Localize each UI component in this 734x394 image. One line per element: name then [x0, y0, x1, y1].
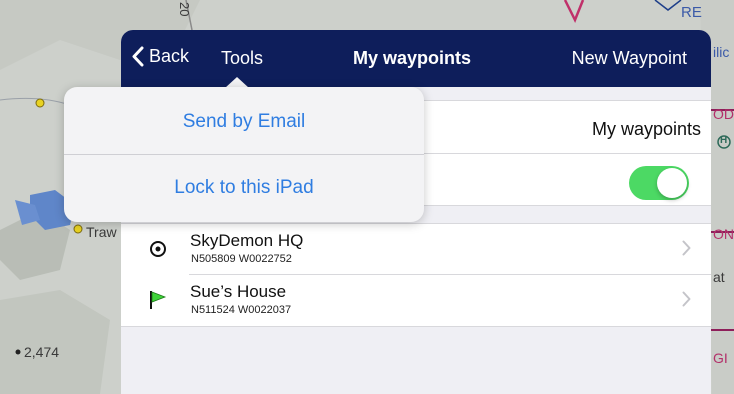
list-item[interactable]: SkyDemon HQ N505809 W0022752 — [121, 224, 711, 275]
map-label-ilic: ilic — [713, 44, 730, 60]
back-button[interactable]: Back — [131, 46, 189, 67]
lock-to-ipad-button[interactable]: Lock to this iPad — [64, 155, 424, 221]
map-label-traw: Traw — [86, 224, 117, 240]
map-label-od: OD — [713, 106, 734, 122]
back-label: Back — [149, 46, 190, 66]
green-flag-icon — [150, 291, 167, 309]
target-icon — [150, 241, 166, 257]
map-heli-symbol: H — [720, 135, 728, 146]
navigation-bar: Back Tools My waypoints New Waypoint — [121, 30, 711, 87]
list-item[interactable]: Sue’s House N511524 W0022037 — [121, 275, 711, 325]
chevron-right-icon — [682, 240, 691, 256]
waypoint-name: SkyDemon HQ — [190, 231, 304, 250]
map-label-on: ON — [713, 226, 734, 242]
map-elevation-label: 2,474 — [24, 344, 60, 360]
waypoint-list: SkyDemon HQ N505809 W0022752 Sue’s House… — [121, 223, 711, 327]
list-name-value: My waypoints — [591, 119, 701, 139]
waypoint-coords: N505809 W0022752 — [191, 253, 292, 265]
waypoint-name: Sue’s House — [190, 282, 287, 301]
enabled-toggle[interactable] — [629, 166, 689, 200]
map-label-re: RE — [681, 4, 702, 21]
tools-button[interactable]: Tools — [221, 48, 263, 69]
new-waypoint-button[interactable]: New Waypoint — [572, 48, 687, 69]
toggle-knob — [657, 168, 687, 198]
map-label-at: at — [713, 269, 725, 285]
chevron-right-icon — [682, 291, 691, 307]
map-number-label: 20 — [177, 2, 192, 17]
tools-popover: Send by Email Lock to this iPad — [64, 87, 424, 222]
page-title: My waypoints — [353, 48, 472, 68]
waypoint-coords: N511524 W0022037 — [191, 304, 292, 316]
map-label-gi: GI — [713, 350, 728, 366]
send-by-email-button[interactable]: Send by Email — [64, 89, 424, 155]
chevron-left-icon — [132, 46, 144, 67]
